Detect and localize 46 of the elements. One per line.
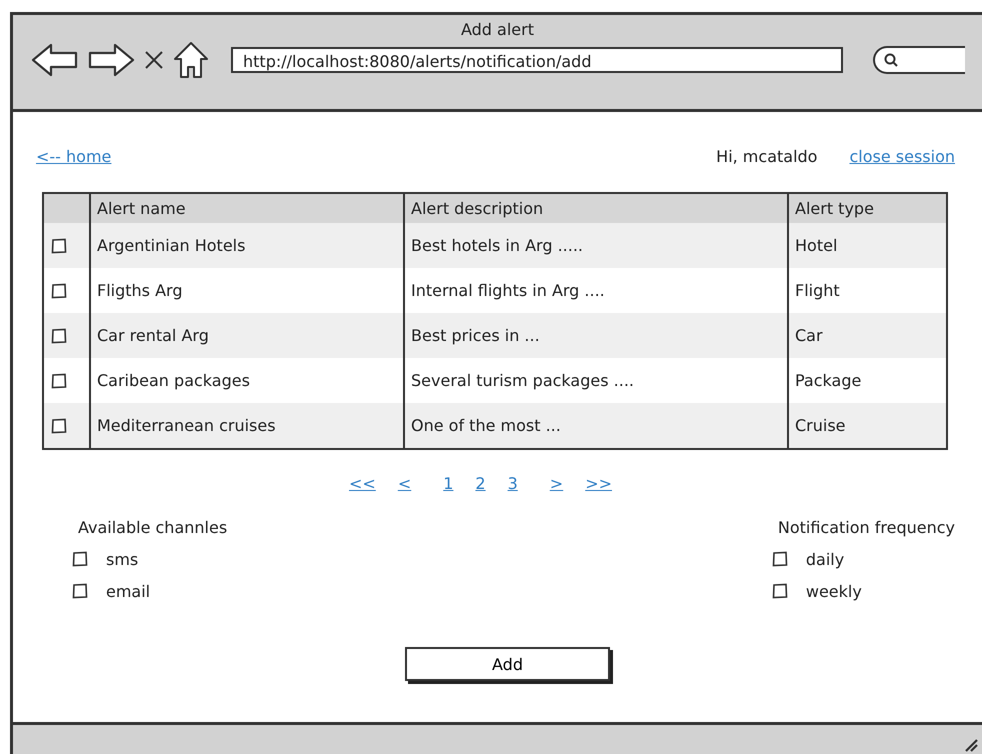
checkbox[interactable]: [72, 551, 88, 567]
pagination-link[interactable]: <<: [349, 474, 376, 496]
close-session-link[interactable]: close session: [849, 146, 955, 166]
checkbox[interactable]: [51, 282, 67, 298]
checkbox-label: email: [106, 582, 150, 600]
pagination-link[interactable]: 3: [508, 474, 518, 496]
column-header: Alert description: [404, 193, 788, 223]
column-header: Alert type: [788, 193, 947, 223]
pagination-link[interactable]: <: [398, 474, 412, 496]
table-cell: Mediterranean cruises: [90, 403, 404, 449]
pagination-link[interactable]: >>: [585, 474, 612, 496]
table-cell: Best hotels in Arg .....: [404, 223, 788, 268]
group-label: Notification frequency: [778, 518, 955, 537]
forward-icon[interactable]: [87, 42, 135, 78]
table-cell: One of the most ...: [404, 403, 788, 449]
table-cell: Cruise: [788, 403, 947, 449]
table-cell: Car: [788, 313, 947, 358]
checkbox[interactable]: [772, 551, 788, 567]
pagination-link[interactable]: >: [550, 474, 564, 496]
table-cell: Argentinian Hotels: [90, 223, 404, 268]
checkbox[interactable]: [51, 418, 67, 434]
table-cell: Best prices in ...: [404, 313, 788, 358]
table-cell: Hotel: [788, 223, 947, 268]
home-link[interactable]: <-- home: [36, 146, 112, 166]
pagination-link[interactable]: 1: [443, 474, 454, 496]
window-title: Add alert: [460, 20, 535, 39]
group-label: Available channles: [78, 518, 228, 537]
url-field[interactable]: http://localhost:8080/alerts/notification/add: [231, 47, 843, 73]
search-field[interactable]: [873, 46, 965, 74]
checkbox[interactable]: [51, 238, 67, 254]
close-icon[interactable]: [143, 49, 165, 71]
checkbox-label: sms: [106, 550, 138, 568]
checkbox[interactable]: [51, 372, 67, 388]
checkbox[interactable]: [772, 583, 788, 599]
checkbox[interactable]: [51, 328, 67, 344]
table-cell: Car rental Arg: [90, 313, 404, 358]
checkbox-label: weekly: [806, 582, 862, 600]
checkbox-label: daily: [806, 550, 844, 568]
add-button[interactable]: Add: [405, 647, 610, 681]
home-icon[interactable]: [173, 41, 209, 79]
back-icon[interactable]: [31, 42, 79, 78]
search-icon: [883, 52, 899, 68]
checkbox[interactable]: [72, 583, 88, 599]
pagination-link[interactable]: 2: [475, 474, 486, 496]
greeting: Hi, mcataldo: [716, 146, 818, 166]
column-header: Alert name: [90, 193, 404, 223]
